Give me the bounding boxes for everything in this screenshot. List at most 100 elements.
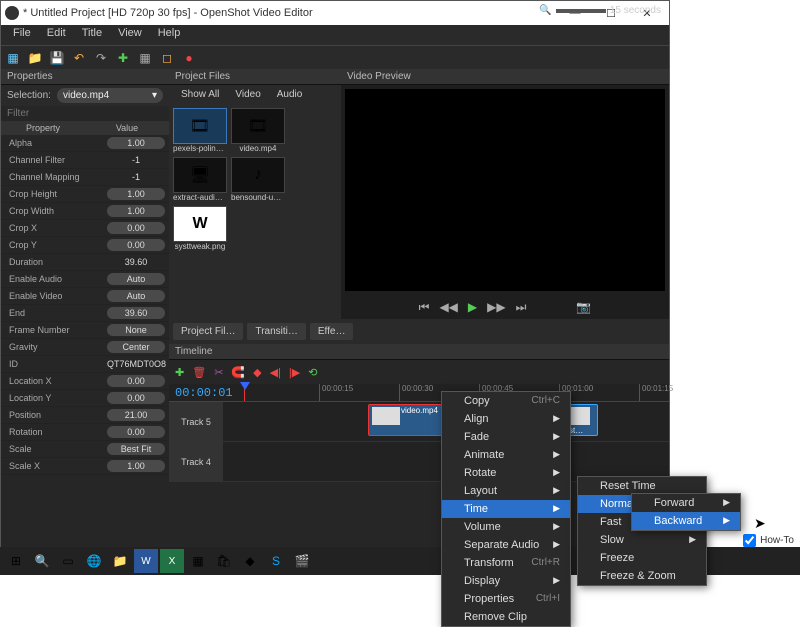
forward-icon[interactable]: ▶▶: [487, 300, 505, 314]
menu-item[interactable]: Layout▶: [442, 482, 570, 500]
file-thumbnail[interactable]: 🎞video.mp4: [231, 108, 285, 153]
menu-item[interactable]: Rotate▶: [442, 464, 570, 482]
chrome-icon[interactable]: 🌐: [82, 549, 106, 573]
preview-viewport[interactable]: [345, 89, 665, 291]
record-icon[interactable]: ●: [181, 50, 197, 66]
track-header[interactable]: Track 5: [169, 402, 223, 441]
tab-project-files[interactable]: Project Fil…: [173, 323, 243, 340]
export-icon[interactable]: ▦: [137, 50, 153, 66]
tab-transitions[interactable]: Transiti…: [247, 323, 305, 340]
start-icon[interactable]: ⊞: [4, 549, 28, 573]
jump-end-icon[interactable]: ⏭: [516, 300, 527, 315]
menu-help[interactable]: Help: [150, 25, 189, 45]
app2-icon[interactable]: ◆: [238, 549, 262, 573]
menu-item[interactable]: Slow▶: [578, 531, 706, 549]
store-icon[interactable]: 🛍: [212, 549, 236, 573]
timeline-ruler[interactable]: 00:00:01 00:00:15 00:00:30 00:00:45 00:0…: [169, 384, 669, 402]
center-icon[interactable]: ⟲: [308, 366, 317, 379]
prev-marker-icon[interactable]: ◀|: [270, 366, 281, 379]
menu-item[interactable]: Forward▶: [632, 494, 740, 512]
menu-view[interactable]: View: [110, 25, 150, 45]
filter-video[interactable]: Video: [227, 87, 268, 102]
jump-start-icon[interactable]: ⏮: [419, 300, 430, 315]
menu-item[interactable]: Time▶: [442, 500, 570, 518]
filter-show-all[interactable]: Show All: [173, 87, 227, 102]
property-row[interactable]: Frame NumberNone: [1, 322, 169, 339]
menu-item[interactable]: Freeze: [578, 549, 706, 567]
property-row[interactable]: Location Y0.00: [1, 390, 169, 407]
property-row[interactable]: Enable VideoAuto: [1, 288, 169, 305]
howto-checkbox[interactable]: How-To: [743, 534, 794, 547]
tab-effects[interactable]: Effe…: [310, 323, 354, 340]
app-icon[interactable]: ▦: [186, 549, 210, 573]
menu-item[interactable]: Animate▶: [442, 446, 570, 464]
menu-item[interactable]: CopyCtrl+C: [442, 392, 570, 410]
property-row[interactable]: Location X0.00: [1, 373, 169, 390]
property-row[interactable]: IDQT76MDT0O8: [1, 356, 169, 373]
menu-file[interactable]: File: [5, 25, 39, 45]
next-marker-icon[interactable]: |▶: [289, 366, 300, 379]
menu-item[interactable]: Separate Audio▶: [442, 536, 570, 554]
marker-icon[interactable]: ◆: [253, 366, 261, 379]
menu-title[interactable]: Title: [74, 25, 110, 45]
snap-icon[interactable]: 🧲: [231, 366, 245, 379]
word-icon[interactable]: W: [134, 549, 158, 573]
property-row[interactable]: Alpha1.00: [1, 135, 169, 152]
skype-icon[interactable]: S: [264, 549, 288, 573]
property-row[interactable]: Duration39.60: [1, 254, 169, 271]
file-thumbnail[interactable]: 🎞pexels-polina-ta…: [173, 108, 227, 153]
zoom-slider[interactable]: [556, 9, 606, 13]
filter-input[interactable]: Filter: [1, 106, 169, 121]
file-thumbnail[interactable]: Wsysttweak.png: [173, 206, 227, 251]
track-header[interactable]: Track 4: [169, 442, 223, 481]
open-icon[interactable]: 📁: [27, 50, 43, 66]
delete-track-icon[interactable]: 🗑: [192, 366, 206, 379]
play-icon[interactable]: ▶: [468, 300, 477, 314]
property-row[interactable]: ScaleBest Fit: [1, 441, 169, 458]
property-row[interactable]: End39.60: [1, 305, 169, 322]
save-icon[interactable]: 💾: [49, 50, 65, 66]
add-icon[interactable]: ✚: [115, 50, 131, 66]
menu-item[interactable]: Align▶: [442, 410, 570, 428]
property-row[interactable]: Scale X1.00: [1, 458, 169, 475]
menu-item[interactable]: TransformCtrl+R: [442, 554, 570, 572]
search-icon[interactable]: 🔍: [30, 549, 54, 573]
menu-item[interactable]: Volume▶: [442, 518, 570, 536]
property-row[interactable]: Channel Mapping-1: [1, 169, 169, 186]
filter-audio[interactable]: Audio: [269, 87, 311, 102]
property-row[interactable]: Channel Filter-1: [1, 152, 169, 169]
playhead[interactable]: [244, 384, 245, 401]
zoom-out-icon[interactable]: 🔍: [539, 5, 551, 16]
property-row[interactable]: Crop Width1.00: [1, 203, 169, 220]
rewind-icon[interactable]: ◀◀: [439, 300, 457, 314]
explorer-icon[interactable]: 📁: [108, 549, 132, 573]
file-thumbnail[interactable]: 🖥extract-audio-w…: [173, 157, 227, 202]
openshot-icon[interactable]: 🎬: [290, 549, 314, 573]
task-view-icon[interactable]: ▭: [56, 549, 80, 573]
property-row[interactable]: Position21.00: [1, 407, 169, 424]
excel-icon[interactable]: X: [160, 549, 184, 573]
timeline-header: Timeline: [169, 344, 669, 360]
razor-icon[interactable]: ✂: [214, 366, 223, 379]
properties-panel: Properties Selection: video.mp4▾ Filter …: [1, 69, 169, 559]
new-icon[interactable]: ▦: [5, 50, 21, 66]
menu-item[interactable]: Backward▶: [632, 512, 740, 530]
fullscreen-icon[interactable]: ◻: [159, 50, 175, 66]
menu-item[interactable]: PropertiesCtrl+I: [442, 590, 570, 608]
redo-icon[interactable]: ↷: [93, 50, 109, 66]
selection-dropdown[interactable]: video.mp4▾: [57, 88, 163, 103]
menu-item[interactable]: Freeze & Zoom: [578, 567, 706, 585]
property-row[interactable]: Crop Y0.00: [1, 237, 169, 254]
property-row[interactable]: GravityCenter: [1, 339, 169, 356]
snapshot-icon[interactable]: 📷: [576, 300, 591, 314]
menu-item[interactable]: Remove Clip: [442, 608, 570, 626]
menu-edit[interactable]: Edit: [39, 25, 74, 45]
add-track-icon[interactable]: ✚: [175, 366, 184, 379]
property-row[interactable]: Enable AudioAuto: [1, 271, 169, 288]
menu-item[interactable]: Fade▶: [442, 428, 570, 446]
undo-icon[interactable]: ↶: [71, 50, 87, 66]
file-thumbnail[interactable]: ♪bensound-ukul…: [231, 157, 285, 202]
property-row[interactable]: Rotation0.00: [1, 424, 169, 441]
property-row[interactable]: Crop X0.00: [1, 220, 169, 237]
property-row[interactable]: Crop Height1.00: [1, 186, 169, 203]
